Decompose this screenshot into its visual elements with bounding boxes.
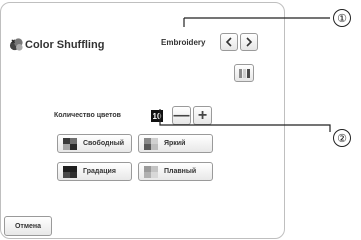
callout-1: ①	[333, 9, 351, 27]
callout-lines	[159, 17, 331, 132]
callout-line-1	[183, 17, 330, 27]
callout-2: ②	[333, 129, 351, 147]
callout-line-2	[159, 109, 331, 132]
